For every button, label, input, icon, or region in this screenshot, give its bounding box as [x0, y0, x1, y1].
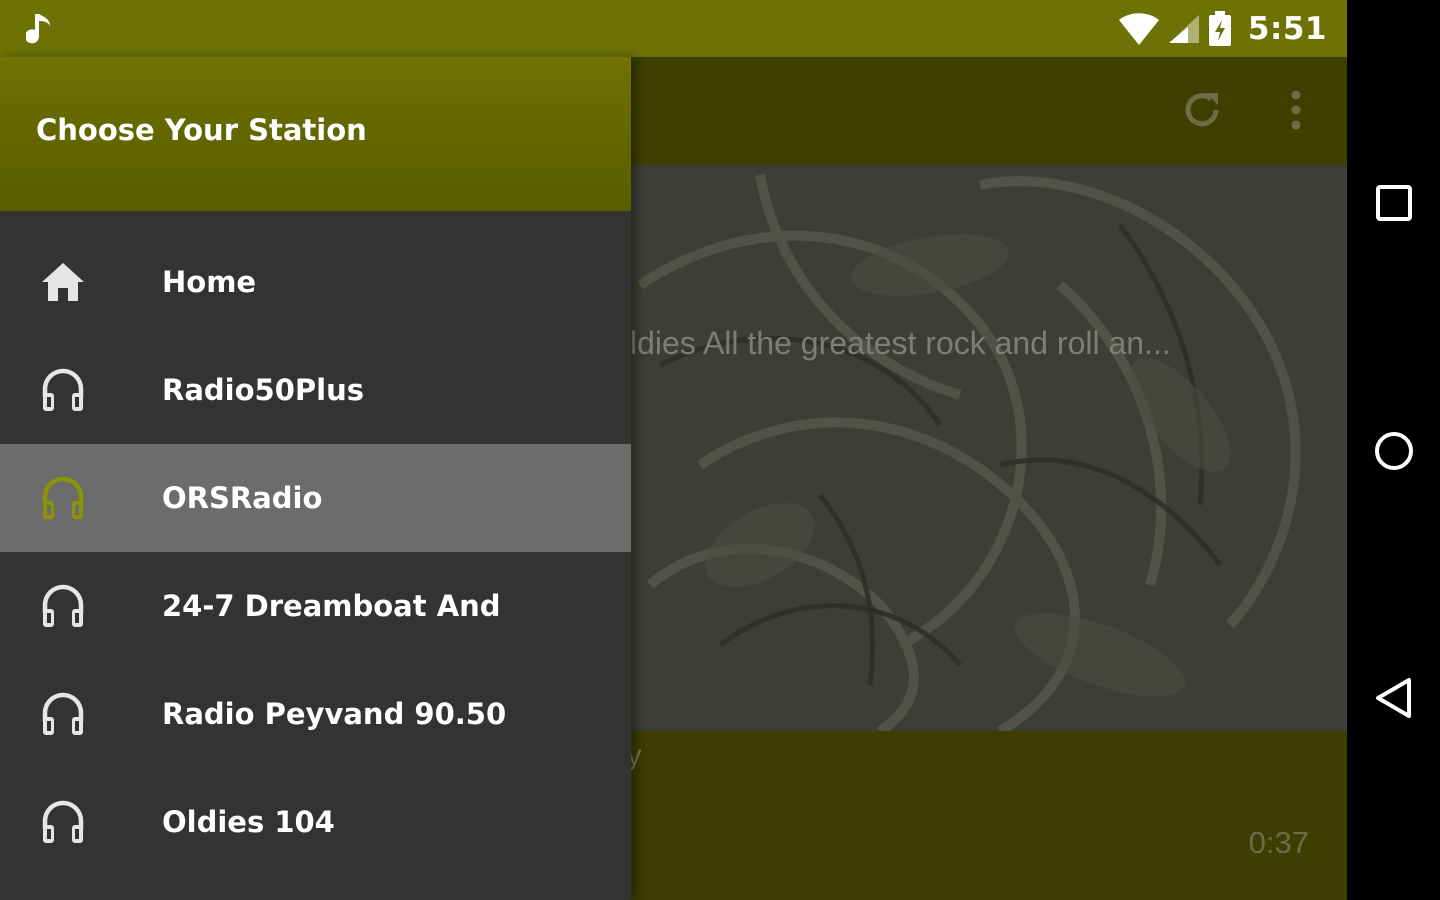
refresh-icon[interactable] — [1180, 87, 1224, 133]
station-list: Home Radio50Plus ORSRadio 24-7 Dreamboat… — [0, 228, 631, 876]
recent-apps-icon — [1376, 185, 1412, 221]
drawer-item-oldies104[interactable]: Oldies 104 — [0, 768, 631, 876]
drawer-item-dreamboat[interactable]: 24-7 Dreamboat And — [0, 552, 631, 660]
drawer-item-label: Radio50Plus — [162, 373, 364, 407]
drawer-item-peyvand[interactable]: Radio Peyvand 90.50 — [0, 660, 631, 768]
status-icons: 5:51 — [1118, 0, 1327, 57]
recent-apps-button[interactable] — [1369, 178, 1419, 228]
drawer-item-home[interactable]: Home — [0, 228, 631, 336]
drawer-title: Choose Your Station — [36, 113, 367, 147]
music-note-icon — [26, 14, 50, 44]
now-playing-title: ldies All the greatest rock and roll an.… — [630, 325, 1171, 361]
wifi-icon — [1118, 12, 1159, 45]
home-nav-button[interactable] — [1369, 426, 1419, 476]
headphones-icon — [42, 800, 84, 843]
cell-signal-icon — [1168, 14, 1199, 43]
back-icon — [1376, 678, 1411, 718]
headphones-icon — [42, 584, 84, 627]
drawer-item-label: ORSRadio — [162, 481, 323, 515]
drawer-item-label: Radio Peyvand 90.50 — [162, 697, 507, 731]
drawer-header: Choose Your Station — [0, 57, 631, 211]
drawer-item-radio50plus[interactable]: Radio50Plus — [0, 336, 631, 444]
home-icon — [42, 263, 84, 301]
elapsed-time: 0:37 — [1248, 825, 1309, 860]
back-button[interactable] — [1369, 673, 1419, 723]
drawer-item-label: Oldies 104 — [162, 805, 335, 839]
system-nav-bar — [1347, 0, 1440, 900]
headphones-icon — [42, 476, 84, 519]
drawer-item-orsradio[interactable]: ORSRadio — [0, 444, 631, 552]
drawer-item-label: 24-7 Dreamboat And — [162, 589, 501, 623]
more-vert-icon[interactable] — [1282, 87, 1310, 133]
status-clock: 5:51 — [1247, 10, 1327, 47]
home-circle-icon — [1375, 432, 1413, 470]
navigation-drawer: Choose Your Station Home Radio50Plus ORS… — [0, 57, 631, 900]
status-bar: 5:51 — [0, 0, 1347, 57]
battery-icon — [1208, 10, 1231, 46]
drawer-item-label: Home — [162, 265, 257, 299]
headphones-icon — [42, 692, 84, 735]
headphones-icon — [42, 368, 84, 411]
